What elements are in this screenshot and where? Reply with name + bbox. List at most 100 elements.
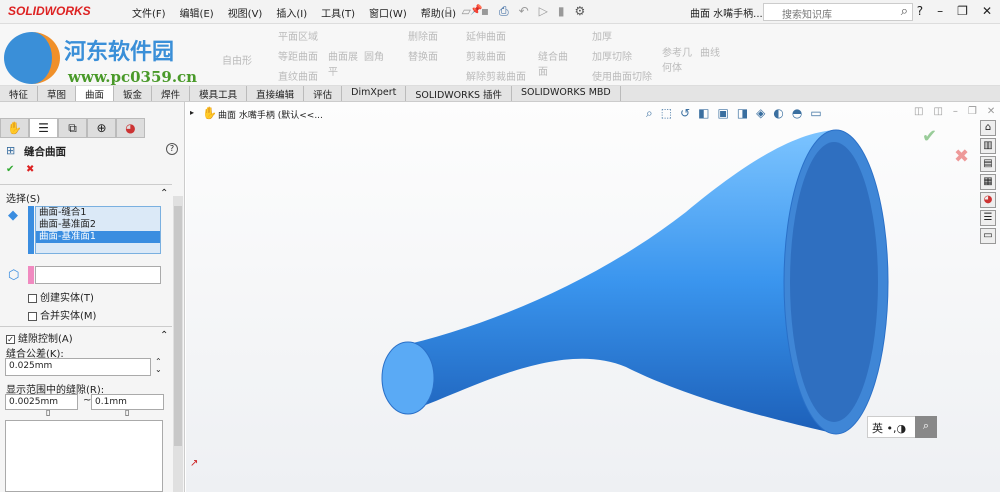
merge-entities-checkbox[interactable]: 合并实体(M) [28, 307, 96, 322]
gap-min-input[interactable]: 0.0025mm [5, 394, 78, 410]
ribbon-surface-flatten[interactable]: 曲面展平 [328, 48, 358, 78]
property-manager-icon[interactable]: ☰ [29, 118, 58, 138]
viewport-close[interactable]: ✕ [987, 106, 995, 117]
tab-features[interactable]: 特征 [0, 86, 39, 101]
ribbon-offset-surface[interactable]: 等距曲面 [278, 48, 318, 63]
ribbon-curves[interactable]: 曲线 [700, 44, 720, 59]
selection-list[interactable]: 曲面-缝合1 曲面-基准面2 曲面-基准面1 [35, 206, 161, 254]
view-palette-icon[interactable]: ▦ [980, 174, 996, 190]
body-selection-box[interactable] [35, 266, 161, 284]
ok-button[interactable]: ✔ [6, 164, 14, 175]
ime-search-icon[interactable]: ⌕ [915, 416, 937, 438]
list-item[interactable]: 曲面-基准面2 [36, 219, 160, 231]
search-icon[interactable]: ⌕ [901, 4, 908, 19]
feature-manager-icon[interactable]: ✋ [0, 118, 29, 138]
tab-dimxpert[interactable]: DimXpert [342, 86, 407, 101]
tab-sheet-metal[interactable]: 钣金 [114, 86, 153, 101]
ribbon-fillet[interactable]: 圆角 [364, 48, 384, 63]
tab-evaluate[interactable]: 评估 [304, 86, 343, 101]
tab-mbd[interactable]: SOLIDWORKS MBD [512, 86, 621, 101]
ime-language[interactable]: 英 [872, 422, 883, 435]
create-solid-checkbox[interactable]: 创建实体(T) [28, 289, 94, 304]
list-item[interactable]: 曲面-缝合1 [36, 207, 160, 219]
ime-toolbar[interactable]: 英 •,◑ ⌕ [867, 416, 937, 438]
ribbon-delete-face[interactable]: 删除面 [408, 28, 438, 43]
tab-addins[interactable]: SOLIDWORKS 插件 [406, 86, 513, 101]
rebuild-icon[interactable]: ▮ [558, 4, 565, 19]
home-icon[interactable]: ⌂ [980, 120, 996, 136]
options-icon[interactable]: ⚙ [575, 4, 586, 19]
viewport-right-icon[interactable]: ◫ [933, 106, 942, 117]
tab-weldments[interactable]: 焊件 [152, 86, 191, 101]
help-button[interactable]: ? [166, 143, 178, 155]
appearance-icon[interactable]: ◐ [773, 106, 783, 121]
custom-properties-icon[interactable]: ☰ [980, 210, 996, 226]
confirm-ok-icon[interactable]: ✔ [922, 126, 937, 147]
config-manager-icon[interactable]: ⧉ [58, 118, 87, 138]
gap-max-slider[interactable]: ▯ [125, 408, 129, 417]
gap-list[interactable] [5, 420, 163, 492]
ribbon-cut-with-surface[interactable]: 使用曲面切除 [592, 68, 652, 83]
ribbon-extend-surface[interactable]: 延伸曲面 [466, 28, 506, 43]
print-icon[interactable]: ⎙ [499, 4, 509, 19]
display-manager-icon[interactable]: ◕ [116, 118, 145, 138]
open-icon[interactable]: ▱ [462, 4, 471, 19]
viewport-restore[interactable]: ❐ [968, 106, 977, 117]
new-icon[interactable]: ▯ [445, 4, 452, 19]
undo-icon[interactable]: ↶ [519, 4, 529, 19]
ribbon-trim-surface[interactable]: 剪裁曲面 [466, 48, 506, 63]
close-button[interactable]: ✕ [982, 4, 992, 18]
viewport-minimize[interactable]: – [953, 106, 958, 117]
display-style-icon[interactable]: ◨ [737, 106, 748, 121]
forum-icon[interactable]: ▭ [980, 228, 996, 244]
menu-file[interactable]: 文件(F) [132, 5, 166, 20]
panel-scrollbar[interactable] [173, 196, 183, 492]
tree-root-label[interactable]: 曲面 水嘴手柄 (默认<<... [218, 108, 323, 121]
funnel-model[interactable] [366, 122, 906, 462]
ribbon-thicken-cut[interactable]: 加厚切除 [592, 48, 632, 63]
search-input[interactable]: 搜索知识库 ⌕ [763, 3, 913, 21]
ribbon-reference-geometry[interactable]: 参考几何体 [662, 44, 694, 74]
collapse-icon[interactable]: ⌃ [160, 330, 168, 341]
save-icon[interactable]: ▪ [481, 4, 489, 19]
ribbon-thicken[interactable]: 加厚 [592, 28, 612, 43]
menu-insert[interactable]: 插入(I) [276, 5, 307, 20]
ribbon-freeform[interactable]: 自由形 [222, 52, 252, 67]
section-view-icon[interactable]: ◧ [698, 106, 709, 121]
viewport-left-icon[interactable]: ◫ [914, 106, 923, 117]
tolerance-spinner[interactable]: ⌃ ⌄ [155, 358, 162, 374]
zoom-to-fit-icon[interactable]: ⌕ [646, 106, 653, 121]
view-orientation-icon[interactable]: ▣ [717, 106, 728, 121]
ribbon-ruled-surface[interactable]: 直纹曲面 [278, 68, 318, 83]
select-icon[interactable]: ▷ [539, 4, 548, 19]
graphics-area[interactable]: ▸ ✋ 曲面 水嘴手柄 (默认<<... ⌕ ⬚ ↺ ◧ ▣ ◨ ◈ ◐ ◓ ▭… [186, 102, 1000, 492]
cancel-button[interactable]: ✖ [26, 164, 34, 175]
ribbon-untrim-surface[interactable]: 解除剪裁曲面 [466, 68, 526, 83]
file-explorer-icon[interactable]: ▤ [980, 156, 996, 172]
previous-view-icon[interactable]: ↺ [680, 106, 690, 121]
design-library-icon[interactable]: ▥ [980, 138, 996, 154]
gap-control-checkbox[interactable]: ✓ 缝隙控制(A) [6, 330, 73, 345]
tab-mold-tools[interactable]: 模具工具 [190, 86, 248, 101]
menu-tools[interactable]: 工具(T) [321, 5, 355, 20]
tolerance-input[interactable]: 0.025mm [5, 358, 151, 376]
menu-view[interactable]: 视图(V) [228, 5, 263, 20]
ribbon-replace-face[interactable]: 替换面 [408, 48, 438, 63]
tree-expand-icon[interactable]: ▸ [190, 108, 194, 117]
menu-window[interactable]: 窗口(W) [369, 5, 407, 20]
appearances-icon[interactable]: ◕ [980, 192, 996, 208]
menu-edit[interactable]: 编辑(E) [180, 5, 214, 20]
restore-button[interactable]: ❐ [957, 4, 968, 18]
scene-icon[interactable]: ◓ [792, 106, 802, 121]
hide-show-icon[interactable]: ◈ [756, 106, 765, 121]
minimize-button[interactable]: – [937, 4, 943, 18]
zoom-area-icon[interactable]: ⬚ [661, 106, 672, 121]
ribbon-planar-surface[interactable]: 平面区域 [278, 28, 318, 43]
tab-sketch[interactable]: 草图 [38, 86, 77, 101]
collapse-icon[interactable]: ⌃ [160, 188, 168, 199]
tab-surfaces[interactable]: 曲面 [76, 86, 115, 101]
view-settings-icon[interactable]: ▭ [810, 106, 821, 121]
dimxpert-manager-icon[interactable]: ⊕ [87, 118, 116, 138]
list-item[interactable]: 曲面-基准面1 [36, 231, 160, 243]
tab-direct-editing[interactable]: 直接编辑 [247, 86, 305, 101]
